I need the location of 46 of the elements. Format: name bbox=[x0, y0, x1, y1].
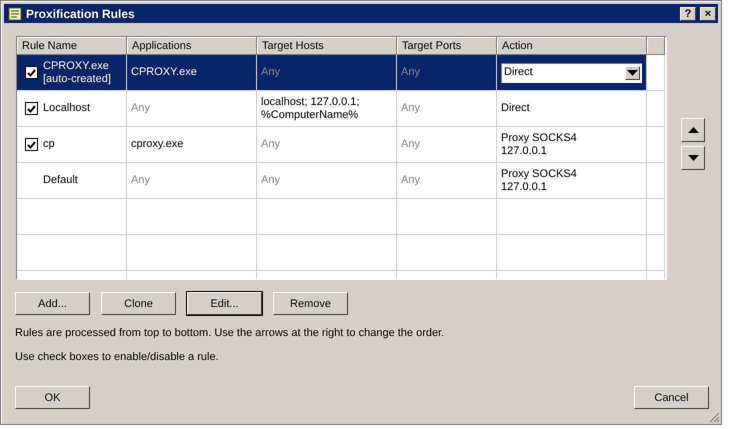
table-cell: Any bbox=[257, 163, 397, 199]
table-cell: CPROXY.exe [auto-created] bbox=[17, 55, 127, 91]
window-title: Proxification Rules bbox=[26, 6, 136, 20]
resize-grip-icon[interactable] bbox=[709, 412, 720, 423]
column-header[interactable]: Target Ports bbox=[397, 37, 497, 55]
table-cell: cp bbox=[17, 127, 127, 163]
table-cell: Default bbox=[17, 163, 127, 199]
close-button[interactable]: × bbox=[700, 6, 716, 20]
move-up-button[interactable] bbox=[681, 118, 705, 142]
column-header[interactable]: Target Hosts bbox=[257, 37, 397, 55]
table-cell: Direct bbox=[497, 91, 647, 127]
down-arrow-icon bbox=[688, 155, 698, 161]
rule-button[interactable]: Remove bbox=[273, 292, 348, 315]
help-button[interactable]: ? bbox=[680, 6, 696, 20]
checkbox[interactable] bbox=[25, 102, 38, 115]
column-header[interactable]: Applications bbox=[127, 37, 257, 55]
rule-button[interactable]: Add... bbox=[15, 292, 90, 315]
column-header[interactable]: Action bbox=[497, 37, 647, 55]
checkbox[interactable] bbox=[25, 66, 38, 79]
rule-button[interactable]: Edit... bbox=[187, 292, 262, 315]
action-dropdown[interactable]: Direct bbox=[501, 62, 642, 82]
table-cell: Any bbox=[397, 163, 497, 199]
up-arrow-icon bbox=[688, 127, 698, 133]
table-cell: localhost; 127.0.0.1; %ComputerName% bbox=[257, 91, 397, 127]
table-cell: Proxy SOCKS4 127.0.0.1 bbox=[497, 127, 647, 163]
checkbox[interactable] bbox=[25, 138, 38, 151]
hint-text: Use check boxes to enable/disable a rule. bbox=[15, 351, 220, 363]
document-icon bbox=[8, 6, 22, 20]
move-down-button[interactable] bbox=[681, 146, 705, 170]
rule-button[interactable]: Clone bbox=[101, 292, 176, 315]
table-cell: Any bbox=[127, 163, 257, 199]
table-cell: cproxy.exe bbox=[127, 127, 257, 163]
down-arrow-icon bbox=[627, 70, 638, 76]
table-cell: Localhost bbox=[17, 91, 127, 127]
table-cell: CPROXY.exe bbox=[127, 55, 257, 91]
ok-button[interactable]: OK bbox=[15, 386, 90, 409]
cancel-button[interactable]: Cancel bbox=[634, 386, 709, 409]
table-cell: Any bbox=[257, 55, 397, 91]
table-cell: Any bbox=[127, 91, 257, 127]
column-header[interactable]: Rule Name bbox=[17, 37, 127, 55]
table-cell: Any bbox=[397, 127, 497, 163]
table-cell: Any bbox=[257, 127, 397, 163]
table-cell: Proxy SOCKS4 127.0.0.1 bbox=[497, 163, 647, 199]
table-cell: Any bbox=[397, 55, 497, 91]
table-cell: Any bbox=[397, 91, 497, 127]
hint-text: Rules are processed from top to bottom. Use the arrows at the right to change the order. bbox=[15, 327, 446, 339]
